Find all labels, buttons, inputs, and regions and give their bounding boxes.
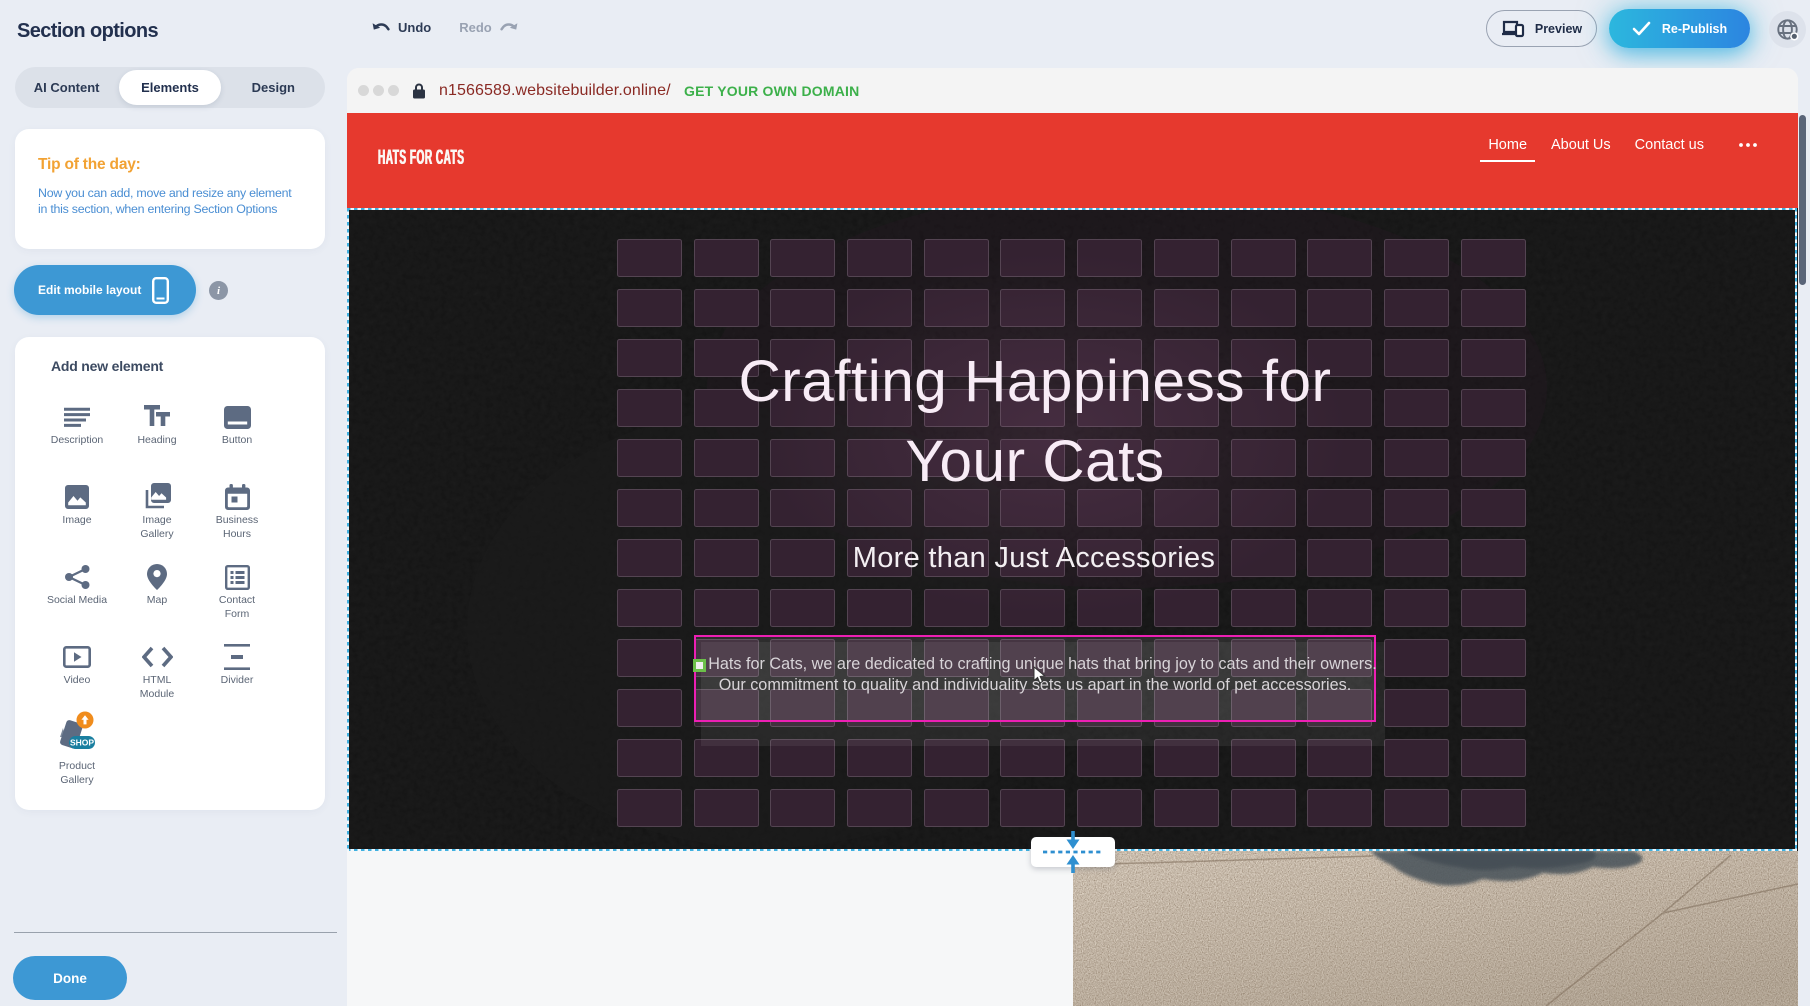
svg-text:SHOP: SHOP	[70, 738, 94, 748]
